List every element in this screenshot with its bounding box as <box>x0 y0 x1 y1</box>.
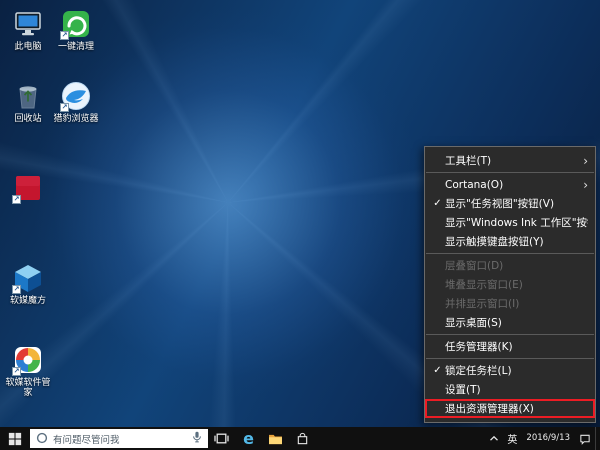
menu-item-lock-taskbar[interactable]: ✓ 锁定任务栏(L) <box>425 361 595 380</box>
edge-icon: e <box>243 428 254 448</box>
windows-desktop: 此电脑 ↗ 一键清理 回收站 ↗ 猎豹浏览器 ↗ ↗ 软媒魔方 ↗ 软媒软件管家… <box>0 0 600 450</box>
menu-item-label: 并排显示窗口(I) <box>445 298 520 310</box>
file-explorer-icon <box>269 434 282 444</box>
action-center-button[interactable] <box>575 427 595 450</box>
start-button[interactable] <box>0 427 30 450</box>
action-center-icon <box>580 434 590 445</box>
icon-label: 回收站 <box>14 114 42 124</box>
menu-item-label: Cortana(O) <box>445 178 504 191</box>
chevron-up-icon <box>490 435 499 441</box>
menu-separator <box>426 358 594 359</box>
store-icon <box>297 432 308 444</box>
taskbar: 有问题尽管问我 e 英 2016/9/13 <box>0 427 600 450</box>
menu-item-label: 显示"Windows Ink 工作区"按钮(W) <box>445 217 588 229</box>
menu-item-label: 显示桌面(S) <box>445 317 502 329</box>
menu-item-show-task-view-button[interactable]: ✓ 显示"任务视图"按钮(V) <box>425 194 595 213</box>
ruanmei-mofang-icon: ↗ <box>12 262 44 294</box>
desktop-icon-red-app[interactable]: ↗ <box>4 172 52 206</box>
menu-item-label: 退出资源管理器(X) <box>445 403 534 415</box>
clock-date[interactable]: 2016/9/13 <box>521 427 575 450</box>
desktop-icon-this-pc[interactable]: 此电脑 <box>4 8 52 52</box>
menu-item-task-manager[interactable]: 任务管理器(K) <box>425 337 595 356</box>
icon-label: 猎豹浏览器 <box>53 114 99 124</box>
submenu-arrow-icon: › <box>583 153 588 168</box>
icon-label: 此电脑 <box>14 42 42 52</box>
file-explorer-taskbar-button[interactable] <box>262 427 289 450</box>
task-view-button[interactable] <box>208 427 235 450</box>
checkmark-icon: ✓ <box>433 198 442 209</box>
shortcut-arrow-icon: ↗ <box>12 195 21 204</box>
cortana-ring-icon <box>36 429 48 448</box>
menu-item-settings[interactable]: 设置(T) <box>425 380 595 399</box>
recycle-bin-icon <box>12 80 44 112</box>
desktop-icon-cheetah-browser[interactable]: ↗ 猎豹浏览器 <box>52 80 100 124</box>
desktop-icon-ruanmei-mofang[interactable]: ↗ 软媒魔方 <box>4 262 52 306</box>
menu-separator <box>426 334 594 335</box>
menu-item-label: 任务管理器(K) <box>445 341 513 353</box>
menu-item-label: 层叠窗口(D) <box>445 260 504 272</box>
menu-item-show-desktop[interactable]: 显示桌面(S) <box>425 313 595 332</box>
menu-item-toolbars[interactable]: 工具栏(T) › <box>425 151 595 170</box>
icon-label: 软媒魔方 <box>9 296 46 306</box>
menu-item-show-windows-side-by-side: 并排显示窗口(I) <box>425 294 595 313</box>
desktop-icon-ruanmei-manager[interactable]: ↗ 软媒软件管家 <box>4 344 52 399</box>
shortcut-arrow-icon: ↗ <box>60 103 69 112</box>
menu-item-label: 工具栏(T) <box>445 155 492 167</box>
shortcut-arrow-icon: ↗ <box>60 31 69 40</box>
ruanmei-manager-icon: ↗ <box>12 344 44 376</box>
this-pc-icon <box>12 8 44 40</box>
store-taskbar-button[interactable] <box>289 427 316 450</box>
menu-item-show-windows-ink-button[interactable]: 显示"Windows Ink 工作区"按钮(W) <box>425 213 595 232</box>
menu-separator <box>426 253 594 254</box>
task-view-icon <box>214 433 229 444</box>
ime-indicator[interactable]: 英 <box>503 427 521 450</box>
edge-taskbar-button[interactable]: e <box>235 427 262 450</box>
shortcut-arrow-icon: ↗ <box>12 285 21 294</box>
submenu-arrow-icon: › <box>583 177 588 192</box>
system-tray: 英 2016/9/13 <box>485 427 600 450</box>
menu-item-exit-explorer[interactable]: 退出资源管理器(X) <box>425 399 595 418</box>
menu-item-cortana[interactable]: Cortana(O) › <box>425 175 595 194</box>
desktop-icon-one-click-clean[interactable]: ↗ 一键清理 <box>52 8 100 52</box>
menu-item-show-windows-stacked: 堆叠显示窗口(E) <box>425 275 595 294</box>
one-click-clean-icon: ↗ <box>60 8 92 40</box>
taskbar-context-menu: 工具栏(T) › Cortana(O) › ✓ 显示"任务视图"按钮(V) 显示… <box>424 146 596 423</box>
shortcut-arrow-icon: ↗ <box>12 367 21 376</box>
menu-item-label: 显示"任务视图"按钮(V) <box>445 198 555 210</box>
menu-separator <box>426 172 594 173</box>
tray-overflow-button[interactable] <box>485 427 503 450</box>
menu-item-label: 设置(T) <box>445 384 481 396</box>
windows-logo-icon <box>8 432 22 445</box>
checkmark-icon: ✓ <box>433 365 442 376</box>
microphone-icon[interactable] <box>192 429 202 448</box>
menu-item-cascade-windows: 层叠窗口(D) <box>425 256 595 275</box>
desktop-icon-recycle-bin[interactable]: 回收站 <box>4 80 52 124</box>
search-placeholder: 有问题尽管问我 <box>53 434 120 446</box>
red-app-icon: ↗ <box>12 172 44 204</box>
menu-item-show-touch-keyboard-button[interactable]: 显示触摸键盘按钮(Y) <box>425 232 595 251</box>
icon-label: 软媒软件管家 <box>5 378 51 399</box>
menu-item-label: 堆叠显示窗口(E) <box>445 279 523 291</box>
search-input[interactable]: 有问题尽管问我 <box>30 429 208 448</box>
show-desktop-button[interactable] <box>595 427 600 450</box>
icon-label: 一键清理 <box>57 42 94 52</box>
menu-item-label: 锁定任务栏(L) <box>445 365 512 377</box>
cheetah-browser-icon: ↗ <box>60 80 92 112</box>
menu-item-label: 显示触摸键盘按钮(Y) <box>445 236 544 248</box>
